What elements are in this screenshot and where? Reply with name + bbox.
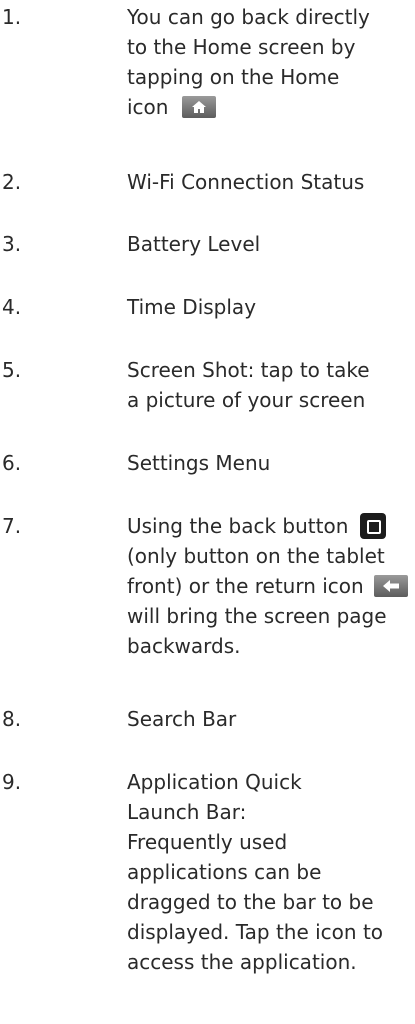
- item-text: Application Quick Launch Bar: Frequently…: [127, 767, 412, 977]
- item-line: to the Home screen by: [127, 35, 356, 59]
- item-text: Using the back button (only button on th…: [127, 511, 412, 661]
- item-line: backwards.: [127, 634, 241, 658]
- item-line: front) or the return icon: [127, 574, 364, 598]
- item-text: Screen Shot: tap to take a picture of yo…: [127, 355, 412, 415]
- item-line: Settings Menu: [127, 451, 271, 475]
- item-line: You can go back directly: [127, 5, 370, 29]
- item-line: applications can be: [127, 860, 322, 884]
- item-line: dragged to the bar to be: [127, 890, 374, 914]
- item-line: Application Quick: [127, 770, 302, 794]
- item-line-with-icon: icon: [127, 92, 412, 122]
- item-text: You can go back directly to the Home scr…: [127, 2, 412, 122]
- item-line: access the application.: [127, 950, 357, 974]
- return-icon: [373, 574, 408, 597]
- item-number: 5.: [2, 358, 22, 382]
- item-number: 2.: [2, 170, 22, 194]
- item-line: Launch Bar:: [127, 800, 247, 824]
- item-number: 6.: [2, 451, 22, 475]
- item-line: Using the back button: [127, 514, 349, 538]
- item-number: 3.: [2, 232, 22, 256]
- numbered-legend-list: 1. You can go back directly to the Home …: [0, 0, 415, 1024]
- item-line: tapping on the Home: [127, 65, 340, 89]
- item-line-with-icon: front) or the return icon: [127, 571, 412, 601]
- item-line: Time Display: [127, 295, 257, 319]
- item-line-with-icon: Using the back button: [127, 511, 412, 541]
- item-number: 7.: [2, 514, 22, 538]
- back-button-icon: [360, 512, 387, 539]
- item-text: Search Bar: [127, 704, 412, 734]
- item-line: Screen Shot: tap to take: [127, 358, 370, 382]
- item-line: Battery Level: [127, 232, 261, 256]
- item-line: Search Bar: [127, 707, 237, 731]
- item-number: 4.: [2, 295, 22, 319]
- item-text: Wi-Fi Connection Status: [127, 167, 412, 197]
- item-line: Wi-Fi Connection Status: [127, 170, 365, 194]
- item-line: displayed. Tap the icon to: [127, 920, 384, 944]
- item-number: 1.: [2, 5, 22, 29]
- item-number: 8.: [2, 707, 22, 731]
- item-line: will bring the screen page: [127, 604, 387, 628]
- item-line: (only button on the tablet: [127, 544, 385, 568]
- item-line: icon: [127, 95, 169, 119]
- item-line: Frequently used: [127, 830, 288, 854]
- item-line: a picture of your screen: [127, 388, 366, 412]
- item-text: Battery Level: [127, 229, 412, 259]
- item-number: 9.: [2, 770, 22, 794]
- item-text: Settings Menu: [127, 448, 412, 478]
- home-icon: [182, 95, 217, 118]
- item-text: Time Display: [127, 292, 412, 322]
